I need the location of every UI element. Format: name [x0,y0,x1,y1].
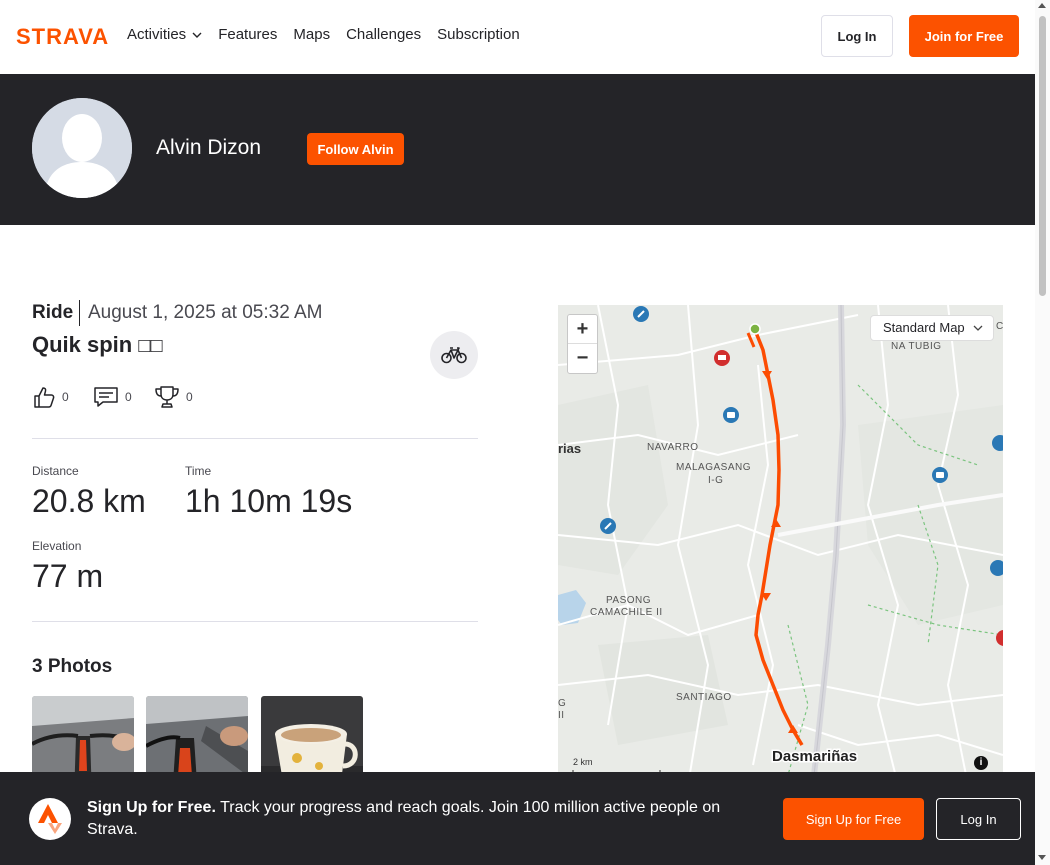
svg-text:STRAVA: STRAVA [16,24,109,46]
stat-time-value: 1h 10m 19s [185,483,353,519]
map-label-ii: II [558,710,565,721]
activity-type: Ride [32,302,74,323]
signup-banner: Sign Up for Free. Track your progress an… [0,772,1035,865]
strava-logo[interactable]: STRAVA [16,24,112,46]
comments-button[interactable]: 0 [93,385,132,409]
nav-challenges[interactable]: Challenges [346,24,421,46]
nav-maps[interactable]: Maps [293,24,330,46]
map-style-select[interactable]: Standard Map [870,315,994,341]
divider [32,621,478,622]
chevron-down-icon [192,32,202,39]
map-label-pasong: PASONG [606,595,651,606]
trophy-icon [155,386,179,408]
join-button[interactable]: Join for Free [909,15,1019,57]
map-label-santiago: SANTIAGO [676,692,732,703]
map-style-value: Standard Map [883,320,965,335]
stat-distance-label: Distance [32,464,79,478]
page-scrollbar[interactable] [1035,0,1050,865]
ride-sport-badge [430,331,478,379]
comment-icon [94,387,118,407]
divider [32,438,478,439]
comment-count: 0 [125,390,132,404]
kudos-count: 0 [62,390,69,404]
activity-title-glyphs: □□ [138,335,163,357]
nav-links: Activities Features Maps Challenges Subs… [127,24,536,46]
stat-time-label: Time [185,464,212,478]
map-info-icon[interactable]: i [974,756,988,770]
athlete-name[interactable]: Alvin Dizon [156,136,261,160]
stat-elevation-label: Elevation [32,539,82,553]
map-label-rias: rias [558,441,581,456]
stat-elevation-value: 77 m [32,558,104,594]
map-zoom-control: + − [567,314,598,374]
nav-activities[interactable]: Activities [127,24,202,46]
map-label-g: G [558,698,566,709]
top-nav: STRAVA Activities Features Maps Challeng… [0,0,1035,74]
map-label-malagasang: MALAGASANG [676,462,751,473]
zoom-out-button[interactable]: − [568,344,597,373]
signup-message: Sign Up for Free. Track your progress an… [87,797,757,841]
signup-message-bold: Sign Up for Free. [87,799,216,816]
kudos-button[interactable]: 0 [32,385,69,409]
divider [79,300,80,326]
follow-button[interactable]: Follow Alvin [307,133,404,165]
map-label-camachile: CAMACHILE II [590,607,663,618]
athlete-banner: Alvin Dizon Follow Alvin [0,74,1035,225]
default-avatar-icon [32,98,132,198]
scroll-down-icon[interactable] [1038,855,1046,860]
photos-title: 3 Photos [32,656,113,677]
activity-title-text: Quik spin [32,332,139,357]
scroll-up-icon[interactable] [1038,3,1046,8]
login-button[interactable]: Log In [821,15,893,57]
map-canvas[interactable]: NAVARRO MALAGASANG I-G PASONG CAMACHILE … [558,305,1003,785]
nav-subscription[interactable]: Subscription [437,24,520,46]
strava-app-icon [29,798,71,840]
map-label-ig: I-G [708,475,723,486]
signup-button[interactable]: Sign Up for Free [783,798,924,840]
bike-icon [441,347,467,364]
achievements-button[interactable]: 0 [154,385,193,409]
scroll-thumb[interactable] [1039,16,1046,296]
map-label-na-tubig: NA TUBIG [891,341,942,352]
zoom-in-button[interactable]: + [568,315,597,344]
achievements-count: 0 [186,390,193,404]
stat-distance-value: 20.8 km [32,483,146,519]
chevron-down-icon [973,325,983,331]
activity-title: Quik spin □□ [32,332,163,358]
thumbs-up-icon [34,387,55,408]
activity-date: August 1, 2025 at 05:32 AM [88,302,323,323]
map-scale-label: 2 km [573,757,593,767]
map-label-dasmarinas: Dasmariñas [772,748,857,765]
map-label-c: C [996,321,1003,332]
nav-features[interactable]: Features [218,24,277,46]
avatar[interactable] [32,98,132,198]
activity-map[interactable]: NAVARRO MALAGASANG I-G PASONG CAMACHILE … [558,305,1003,785]
route-start-marker [749,323,761,335]
map-label-navarro: NAVARRO [647,442,698,453]
strava-chevron-icon [38,804,62,834]
footer-login-button[interactable]: Log In [936,798,1021,840]
